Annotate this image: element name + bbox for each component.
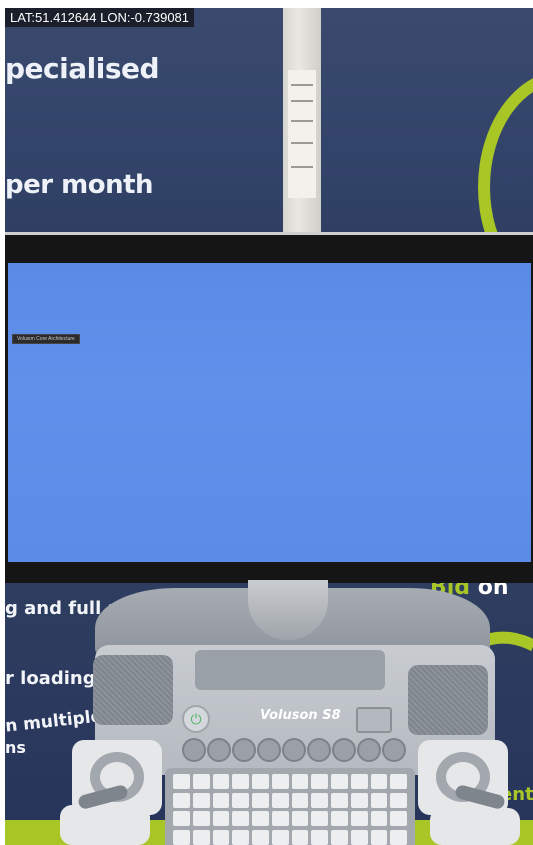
- speaker-left: [93, 655, 173, 725]
- monitor: [5, 232, 533, 583]
- monitor-screen: [8, 263, 531, 562]
- console-round-button-6[interactable]: [307, 738, 331, 762]
- probe-holder-left-lower: [60, 805, 150, 845]
- pillar: [283, 8, 321, 233]
- console-handle: [195, 650, 385, 690]
- photo: pecialised per month LAT:51.412644 LON:-…: [0, 0, 533, 845]
- speaker-right: [408, 665, 488, 735]
- console-round-button-7[interactable]: [332, 738, 356, 762]
- power-button[interactable]: ⏻: [182, 705, 210, 733]
- console-square-button[interactable]: [356, 707, 392, 733]
- keyboard-keys: [173, 774, 407, 845]
- keyboard[interactable]: [165, 768, 415, 845]
- brand-label: Voluson S8: [260, 708, 341, 723]
- console-round-button-9[interactable]: [382, 738, 406, 762]
- console-round-button-1[interactable]: [182, 738, 206, 762]
- console-round-button-2[interactable]: [207, 738, 231, 762]
- console-round-button-5[interactable]: [282, 738, 306, 762]
- console-round-button-8[interactable]: [357, 738, 381, 762]
- monitor-label: Voluson Core Architecture: [12, 334, 80, 344]
- console-round-button-4[interactable]: [257, 738, 281, 762]
- banner-text-line2: per month: [5, 170, 154, 200]
- probe-holder-right-lower: [430, 808, 520, 845]
- banner-text-line1: pecialised: [5, 52, 160, 85]
- banner-bottom-line4: ns: [5, 738, 26, 757]
- gps-overlay: LAT:51.412644 LON:-0.739081: [5, 8, 195, 27]
- banner-bottom-line2: r loading: [5, 668, 96, 689]
- console-round-button-3[interactable]: [232, 738, 256, 762]
- notice-sheet: [288, 70, 316, 198]
